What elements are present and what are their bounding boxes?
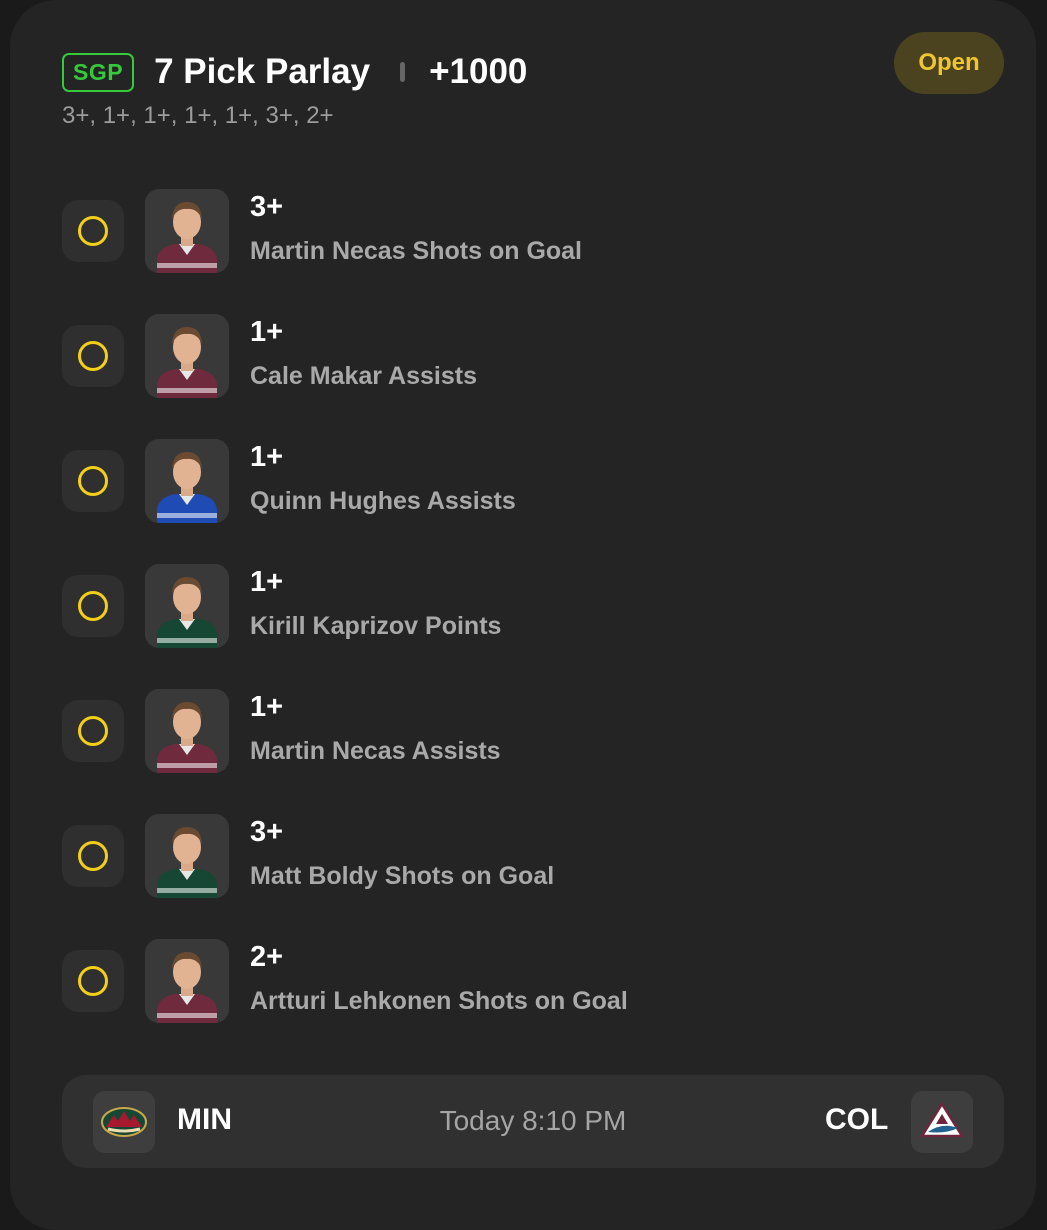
leg-market: Quinn Hughes Assists [250,487,516,515]
leg-row[interactable]: 3+ Matt Boldy Shots on Goal [62,814,962,898]
avalanche-logo-icon [911,1091,973,1153]
pending-circle-icon [78,216,108,246]
leg-status-button[interactable] [62,200,124,262]
leg-market: Artturi Lehkonen Shots on Goal [250,987,628,1015]
leg-market: Martin Necas Shots on Goal [250,237,583,265]
player-headshot [145,439,229,523]
sgp-badge: SGP [62,52,135,92]
leg-row[interactable]: 3+ Martin Necas Shots on Goal [62,189,962,273]
parlay-title: 7 Pick Parlay [154,52,371,91]
status-badge: Open [894,32,1004,94]
leg-status-button[interactable] [62,825,124,887]
player-headshot [145,314,229,398]
leg-line: 1+ [250,691,284,723]
pending-circle-icon [78,966,108,996]
leg-status-button[interactable] [62,325,124,387]
player-headshot [145,814,229,898]
leg-row[interactable]: 1+ Kirill Kaprizov Points [62,564,962,648]
player-headshot [145,689,229,773]
pending-circle-icon [78,716,108,746]
leg-market: Cale Makar Assists [250,362,477,390]
parlay-header: SGP 7 Pick Parlay +1000 [62,52,527,92]
parlay-card[interactable]: SGP 7 Pick Parlay +1000 3+, 1+, 1+, 1+, … [10,0,1036,1230]
leg-market: Matt Boldy Shots on Goal [250,862,555,890]
parlay-odds: +1000 [429,52,528,91]
game-info-bar[interactable]: MIN Today 8:10 PM COL [62,1075,1004,1168]
player-headshot [145,189,229,273]
leg-status-button[interactable] [62,450,124,512]
pending-circle-icon [78,466,108,496]
leg-status-button[interactable] [62,575,124,637]
leg-row[interactable]: 1+ Cale Makar Assists [62,314,962,398]
header-divider [400,62,406,82]
home-team: COL [825,1103,889,1136]
leg-line: 1+ [250,316,284,348]
leg-line: 1+ [250,441,284,473]
leg-row[interactable]: 1+ Quinn Hughes Assists [62,439,962,523]
leg-market: Kirill Kaprizov Points [250,612,502,640]
leg-status-button[interactable] [62,700,124,762]
leg-status-button[interactable] [62,950,124,1012]
leg-line: 3+ [250,191,284,223]
player-headshot [145,564,229,648]
lines-summary: 3+, 1+, 1+, 1+, 1+, 3+, 2+ [62,102,334,129]
leg-market: Martin Necas Assists [250,737,501,765]
pending-circle-icon [78,591,108,621]
leg-line: 2+ [250,941,284,973]
leg-line: 1+ [250,566,284,598]
pending-circle-icon [78,841,108,871]
leg-line: 3+ [250,816,284,848]
leg-row[interactable]: 1+ Martin Necas Assists [62,689,962,773]
player-headshot [145,939,229,1023]
leg-row[interactable]: 2+ Artturi Lehkonen Shots on Goal [62,939,962,1023]
pending-circle-icon [78,341,108,371]
